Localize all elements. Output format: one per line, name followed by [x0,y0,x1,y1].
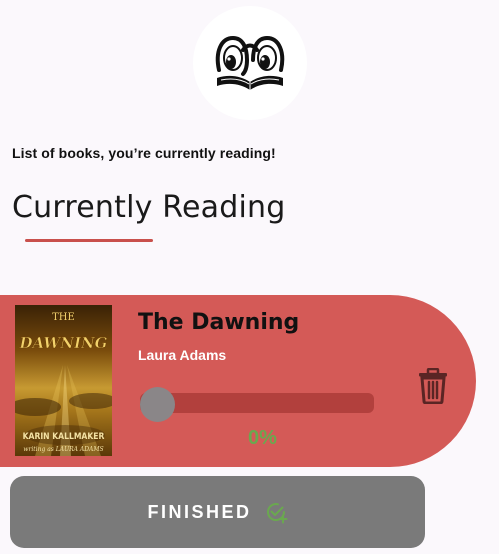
title-underline [25,239,153,242]
page-title: Currently Reading [12,190,286,225]
book-eyes-logo-icon [215,35,285,90]
book-cover: THE DAWNING KARIN KALLMAKER writing as L… [15,305,112,456]
book-cover-art: THE DAWNING KARIN KALLMAKER writing as L… [15,312,112,456]
book-card[interactable]: THE DAWNING KARIN KALLMAKER writing as L… [0,295,476,467]
cover-author-text: KARIN KALLMAKER [23,432,105,442]
cover-title-text: DAWNING [19,334,108,352]
book-title: The Dawning [138,310,300,335]
reading-page: List of books, you’re currently reading!… [0,0,499,554]
cover-byline-text: writing as LAURA ADAMS [23,446,103,453]
book-author: Laura Adams [138,347,227,363]
finished-button[interactable]: FINISHED [10,476,425,548]
finished-button-label: FINISHED [147,501,252,522]
check-add-icon [266,503,287,524]
app-logo [193,6,307,120]
progress-percent: 0% [248,427,277,449]
page-subtitle: List of books, you’re currently reading! [12,145,276,161]
cover-top-text: THE [52,312,75,323]
trash-icon [419,367,447,405]
progress-slider-thumb[interactable] [140,387,175,422]
progress-bar[interactable] [140,393,374,413]
delete-book-button[interactable] [417,367,449,405]
